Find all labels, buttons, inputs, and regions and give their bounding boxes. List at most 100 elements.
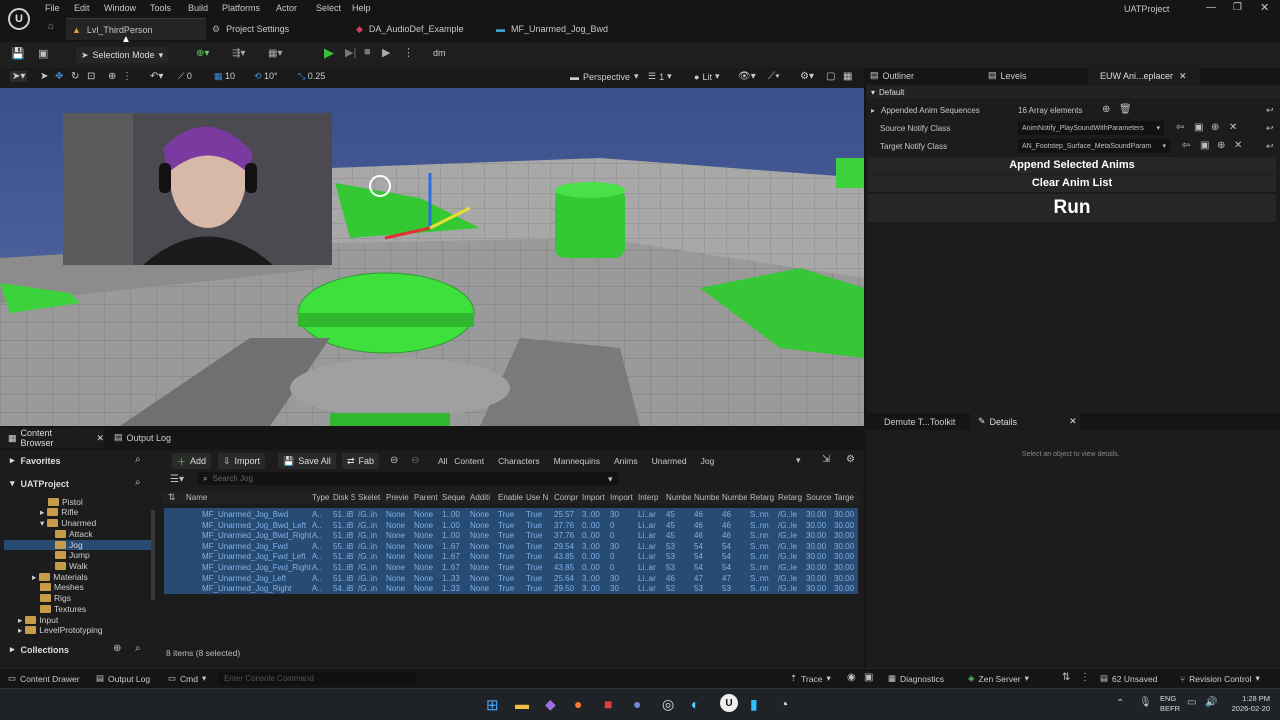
eject-icon[interactable]: ▶ [382,46,390,59]
record-icon[interactable]: ◉ [847,672,856,683]
clock[interactable]: 1:28 PM 2026-02-20 [1226,694,1270,714]
clear-icon[interactable]: ✕ [1229,122,1237,133]
selection-mode-dropdown[interactable]: ➤ Selection Mode ▾ [76,47,169,63]
category-default[interactable]: ▾ Default [866,86,1280,98]
app-icon[interactable]: ◆ [545,696,556,713]
breadcrumb-item[interactable]: Anims [614,456,638,466]
settings-gear-icon[interactable]: ⚙ [846,454,855,465]
add-button[interactable]: ＋ Add [172,453,212,469]
close-window-icon[interactable]: ✕ [1260,1,1269,14]
app-icon[interactable]: ◔ [780,696,788,712]
folder-rifle[interactable]: ▸ Rifle [40,507,78,518]
tab-lvl-thirdperson[interactable]: ▲ Lvl_ThirdPerson [66,18,206,40]
scale-icon[interactable]: ⊡ [87,71,95,82]
folder-input[interactable]: ▸ Input [18,615,58,626]
tab-da-audiodef[interactable]: ◆ DA_AudioDef_Example [356,18,463,40]
add-icon[interactable]: ⊕ [1217,140,1225,151]
column-header[interactable]: Targe [834,493,858,502]
folder-levelprototyping[interactable]: ▸ LevelPrototyping [18,625,103,636]
add-element-icon[interactable]: ⊕ [1102,104,1110,115]
use-selected-icon[interactable]: ⇦ [1176,122,1184,133]
column-header[interactable]: Import [610,493,635,502]
close-tab-icon[interactable]: ✕ [96,433,104,444]
column-header[interactable]: Retarg [778,493,803,502]
column-header[interactable]: Additi [470,493,495,502]
column-header[interactable]: Compr [554,493,579,502]
unreal-logo-icon[interactable]: U [8,8,30,30]
fab-button[interactable]: ⇄ Fab [342,453,380,469]
folder-meshes[interactable]: Meshes [40,582,84,592]
reset-icon[interactable]: ↩ [1266,141,1274,152]
column-header[interactable]: Name [186,493,304,502]
settings-gear-icon[interactable]: ⚙▾ [800,71,814,82]
file-explorer-icon[interactable]: ▬ [515,696,529,712]
more-options-icon[interactable]: ⋮ [403,46,414,59]
unreal-engine-icon[interactable]: U [720,694,738,712]
favorites-section[interactable]: ▸ Favorites [10,455,61,466]
tab-project-settings[interactable]: ⚙ Project Settings [212,18,289,40]
toolbar-extra-label[interactable]: dm [433,48,446,58]
search-icon[interactable]: ⌕ [135,454,141,465]
column-header[interactable]: Numbe [722,493,747,502]
realtime-icon[interactable]: ⟋▾ [768,71,780,82]
column-header[interactable]: Seque [442,493,467,502]
mic-icon[interactable]: 🎙 [1139,697,1152,708]
reset-icon[interactable]: ↩ [1266,123,1274,134]
back-icon[interactable]: ⊖ [390,455,398,466]
browse-icon[interactable]: ▣ [1200,140,1209,151]
discord-icon[interactable]: ● [633,696,641,712]
column-header[interactable]: Interp [638,493,663,502]
layout-grid-icon[interactable]: ▦ [843,71,852,82]
output-log-button[interactable]: ▤ Output Log [96,673,150,684]
folder-rigs[interactable]: Rigs [40,593,71,603]
menu-select[interactable]: Select [316,3,341,15]
world-icon[interactable]: ⊕ [108,71,116,82]
reset-icon[interactable]: ↩ [1266,105,1274,116]
content-icon[interactable]: ▣ [38,47,48,60]
chevron-down-icon[interactable]: ▾ [608,474,613,485]
column-header[interactable]: Type [312,493,330,502]
snap-surface-icon[interactable]: ↶▾ [150,71,163,82]
app-icon[interactable]: ▮ [750,696,758,713]
menu-window[interactable]: Window [104,3,136,15]
forward-icon[interactable]: ⊖ [411,455,419,466]
screenshot-icon[interactable]: ▣ [864,672,873,683]
menu-tools[interactable]: Tools [150,3,171,15]
source-notify-dropdown[interactable]: AnimNotify_PlaySoundWithParameters ▾ [1018,121,1164,135]
select-tool-icon[interactable]: ➤▾ [10,71,28,82]
breadcrumb-item[interactable]: Content [454,456,484,466]
save-all-button[interactable]: 💾 Save All [278,453,336,469]
blueprint-icon[interactable]: ⇶▾ [232,48,245,59]
chrome-icon[interactable]: ◎ [662,696,674,713]
language-indicator[interactable]: ENG BEFR [1160,694,1180,714]
menu-help[interactable]: Help [352,3,371,15]
column-header[interactable]: Previe [386,493,411,502]
breadcrumb-item[interactable]: All [438,456,447,466]
column-header[interactable]: Parent [414,493,439,502]
clear-anim-list-button[interactable]: Clear Anim List [868,175,1276,192]
tab-output-log[interactable]: ▤ Output Log [114,432,171,443]
column-header[interactable]: Use N [526,493,551,502]
chevron-down-icon[interactable]: ▾ [796,455,801,466]
minimize-icon[interactable]: — [1206,2,1216,13]
unsaved-button[interactable]: ▤ 62 Unsaved [1100,673,1157,684]
folder-materials[interactable]: ▸ Materials [32,572,88,583]
level-viewport[interactable] [0,88,864,426]
diagnostics-button[interactable]: ▦ Diagnostics [888,673,944,684]
home-icon[interactable]: ⌂ [48,21,54,32]
breadcrumb-item[interactable]: Unarmed [652,456,687,466]
volume-icon[interactable]: 🔊 [1205,697,1217,708]
search-icon[interactable]: ⌕ [135,477,141,488]
menu-platforms[interactable]: Platforms [222,3,260,15]
tab-details[interactable]: ✎ Details ✕ [970,413,1080,430]
grid-size-icon[interactable]: ▦ 10 [214,71,235,82]
run-button[interactable]: Run [868,194,1276,222]
column-header[interactable]: Numbe [694,493,719,502]
rotate-icon[interactable]: ↻ [71,71,79,82]
close-tab-icon[interactable]: ✕ [1179,71,1187,82]
tab-content-browser[interactable]: ▦ Content Browser ✕ [0,428,104,448]
column-header[interactable]: Enable [498,493,523,502]
menu-file[interactable]: File [45,3,60,15]
browse-icon[interactable]: ▣ [1194,122,1203,133]
chevron-up-icon[interactable]: ⌃ [1116,698,1124,709]
